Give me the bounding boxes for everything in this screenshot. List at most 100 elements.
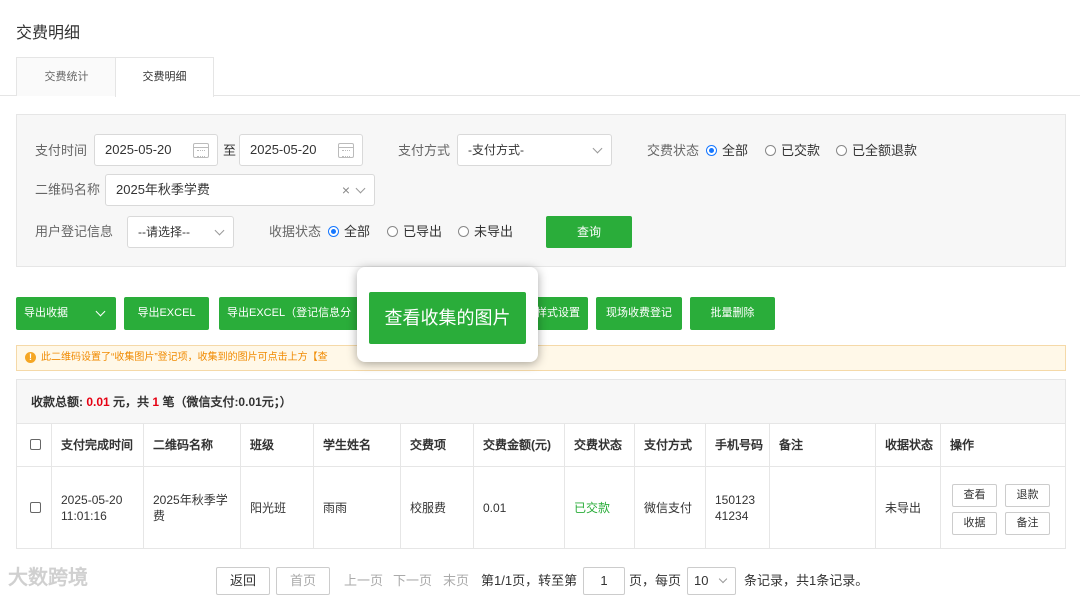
user-info-select[interactable]: --请选择--	[127, 216, 234, 248]
page-jump-input[interactable]: 1	[583, 567, 625, 595]
remark-button[interactable]: 备注	[1005, 512, 1050, 535]
header-qrcode: 二维码名称	[144, 424, 241, 466]
receipt-radio-exported[interactable]	[387, 226, 398, 237]
status-option-all: 全部	[722, 143, 749, 158]
export-receipt-button[interactable]: 导出收据	[16, 297, 116, 330]
notice-banner: ! 此二维码设置了“收集图片”登记项，收集到的图片可点击上方【查	[16, 345, 1066, 371]
row-checkbox[interactable]	[30, 502, 41, 513]
chevron-down-icon	[718, 574, 728, 584]
user-info-value: --请选择--	[138, 225, 190, 239]
cell-pay-time: 2025-05-20 11:01:16	[52, 466, 144, 549]
status-radio-all[interactable]	[706, 145, 717, 156]
back-button[interactable]: 返回	[216, 567, 270, 595]
summary-amount: 0.01	[86, 395, 110, 409]
receipt-radio-not-exported[interactable]	[458, 226, 469, 237]
status-label: 交费状态	[647, 143, 700, 158]
pay-method-value: -支付方式-	[468, 143, 524, 157]
batch-delete-button[interactable]: 批量删除	[690, 297, 775, 330]
chevron-down-icon	[214, 225, 225, 236]
summary-prefix: 收款总额:	[31, 395, 83, 409]
prev-page-link[interactable]: 上一页	[344, 567, 383, 595]
pay-method-label: 支付方式	[398, 143, 451, 158]
tab-fee-statistics[interactable]: 交费统计	[16, 57, 116, 96]
summary-count: 1	[152, 395, 160, 409]
receipt-button[interactable]: 收据	[952, 512, 997, 535]
receipt-status-label: 收据状态	[269, 224, 322, 239]
filter-panel: 支付时间 2025-05-20 至 2025-05-20 支付方式 -支付方式-…	[16, 114, 1066, 267]
tab-fee-details[interactable]: 交费明细	[115, 57, 214, 97]
cell-fee-item: 校服费	[401, 466, 474, 549]
header-pay-time: 支付完成时间	[52, 424, 144, 466]
cell-actions: 查看 退款 收据 备注	[941, 466, 1065, 549]
receipt-radio-all[interactable]	[328, 226, 339, 237]
user-info-label: 用户登记信息	[35, 224, 114, 239]
clear-icon[interactable]: ×	[342, 175, 350, 205]
chevron-down-icon[interactable]	[95, 306, 106, 317]
cell-receipt-status: 未导出	[876, 466, 941, 549]
header-amount: 交费金额(元)	[474, 424, 565, 466]
header-remark: 备注	[770, 424, 876, 466]
header-actions: 操作	[941, 424, 1065, 466]
chevron-down-icon	[592, 143, 603, 154]
date-to-value: 2025-05-20	[250, 142, 317, 157]
status-option-refunded: 已全额退款	[852, 143, 918, 158]
export-excel-button[interactable]: 导出EXCEL	[124, 297, 209, 330]
status-option-paid: 已交款	[781, 143, 821, 158]
header-phone: 手机号码	[706, 424, 770, 466]
watermark-logo: 大数跨境	[8, 567, 88, 589]
query-button[interactable]: 查询	[546, 216, 632, 248]
page-unit-label: 页，每页	[629, 573, 682, 588]
header-method: 支付方式	[635, 424, 706, 466]
onsite-register-button[interactable]: 现场收费登记	[596, 297, 682, 330]
page-size-value: 10	[694, 573, 709, 588]
calendar-icon[interactable]	[338, 143, 354, 158]
page-size-select[interactable]: 10	[687, 567, 736, 595]
receipt-option-exported: 已导出	[403, 224, 443, 239]
calendar-icon[interactable]	[193, 143, 209, 158]
page-info: 第1/1页，转至第	[481, 573, 578, 588]
qrcode-value: 2025年秋季学费	[116, 182, 210, 197]
view-collected-images-button[interactable]: 查看收集的图片	[369, 292, 526, 344]
next-page-link[interactable]: 下一页	[393, 567, 432, 595]
status-radio-refunded[interactable]	[836, 145, 847, 156]
tab-bar: 交费统计 交费明细	[0, 57, 1080, 97]
qrcode-label: 二维码名称	[35, 182, 101, 197]
cell-class: 阳光班	[241, 466, 314, 549]
receipt-option-all: 全部	[344, 224, 371, 239]
export-excel-registration-button[interactable]: 导出EXCEL（登记信息分	[219, 297, 369, 330]
summary-bar: 收款总额: 0.01 元，共 1 笔（微信支付:0.01元；）	[17, 380, 1065, 424]
first-page-button[interactable]: 首页	[276, 567, 330, 595]
fee-table: 收款总额: 0.01 元，共 1 笔（微信支付:0.01元；） 支付完成时间 二…	[16, 379, 1066, 549]
cell-remark	[770, 466, 876, 549]
select-all-checkbox[interactable]	[30, 439, 41, 450]
last-page-link[interactable]: 末页	[443, 567, 469, 595]
chevron-down-icon	[355, 183, 366, 194]
page-title: 交费明细	[16, 25, 81, 42]
summary-suffix: 笔（微信支付:0.01元；）	[162, 395, 292, 409]
cell-phone: 15012341234	[706, 466, 770, 549]
header-status: 交费状态	[565, 424, 635, 466]
date-from-value: 2025-05-20	[105, 142, 172, 157]
summary-mid: 元，共	[113, 395, 150, 409]
cell-status: 已交款	[565, 466, 635, 549]
refund-button[interactable]: 退款	[1005, 484, 1050, 507]
cell-method: 微信支付	[635, 466, 706, 549]
to-label: 至	[223, 143, 237, 158]
pay-time-label: 支付时间	[35, 143, 88, 158]
highlight-popup: 查看收集的图片	[357, 267, 538, 362]
status-radio-paid[interactable]	[765, 145, 776, 156]
receipt-option-not-exported: 未导出	[474, 224, 514, 239]
pay-method-select[interactable]: -支付方式-	[457, 134, 612, 166]
qrcode-select[interactable]: 2025年秋季学费 ×	[105, 174, 375, 206]
cell-qrcode: 2025年秋季学费	[144, 466, 241, 549]
cell-amount: 0.01	[474, 466, 565, 549]
records-info: 条记录，共1条记录。	[744, 573, 869, 588]
header-student: 学生姓名	[314, 424, 401, 466]
date-to-input[interactable]: 2025-05-20	[239, 134, 363, 166]
date-from-input[interactable]: 2025-05-20	[94, 134, 218, 166]
row-select-cell	[17, 466, 52, 549]
notice-text: 此二维码设置了“收集图片”登记项，收集到的图片可点击上方【查	[41, 352, 328, 363]
export-receipt-label: 导出收据	[24, 307, 68, 319]
view-button[interactable]: 查看	[952, 484, 997, 507]
info-icon: !	[25, 352, 36, 363]
